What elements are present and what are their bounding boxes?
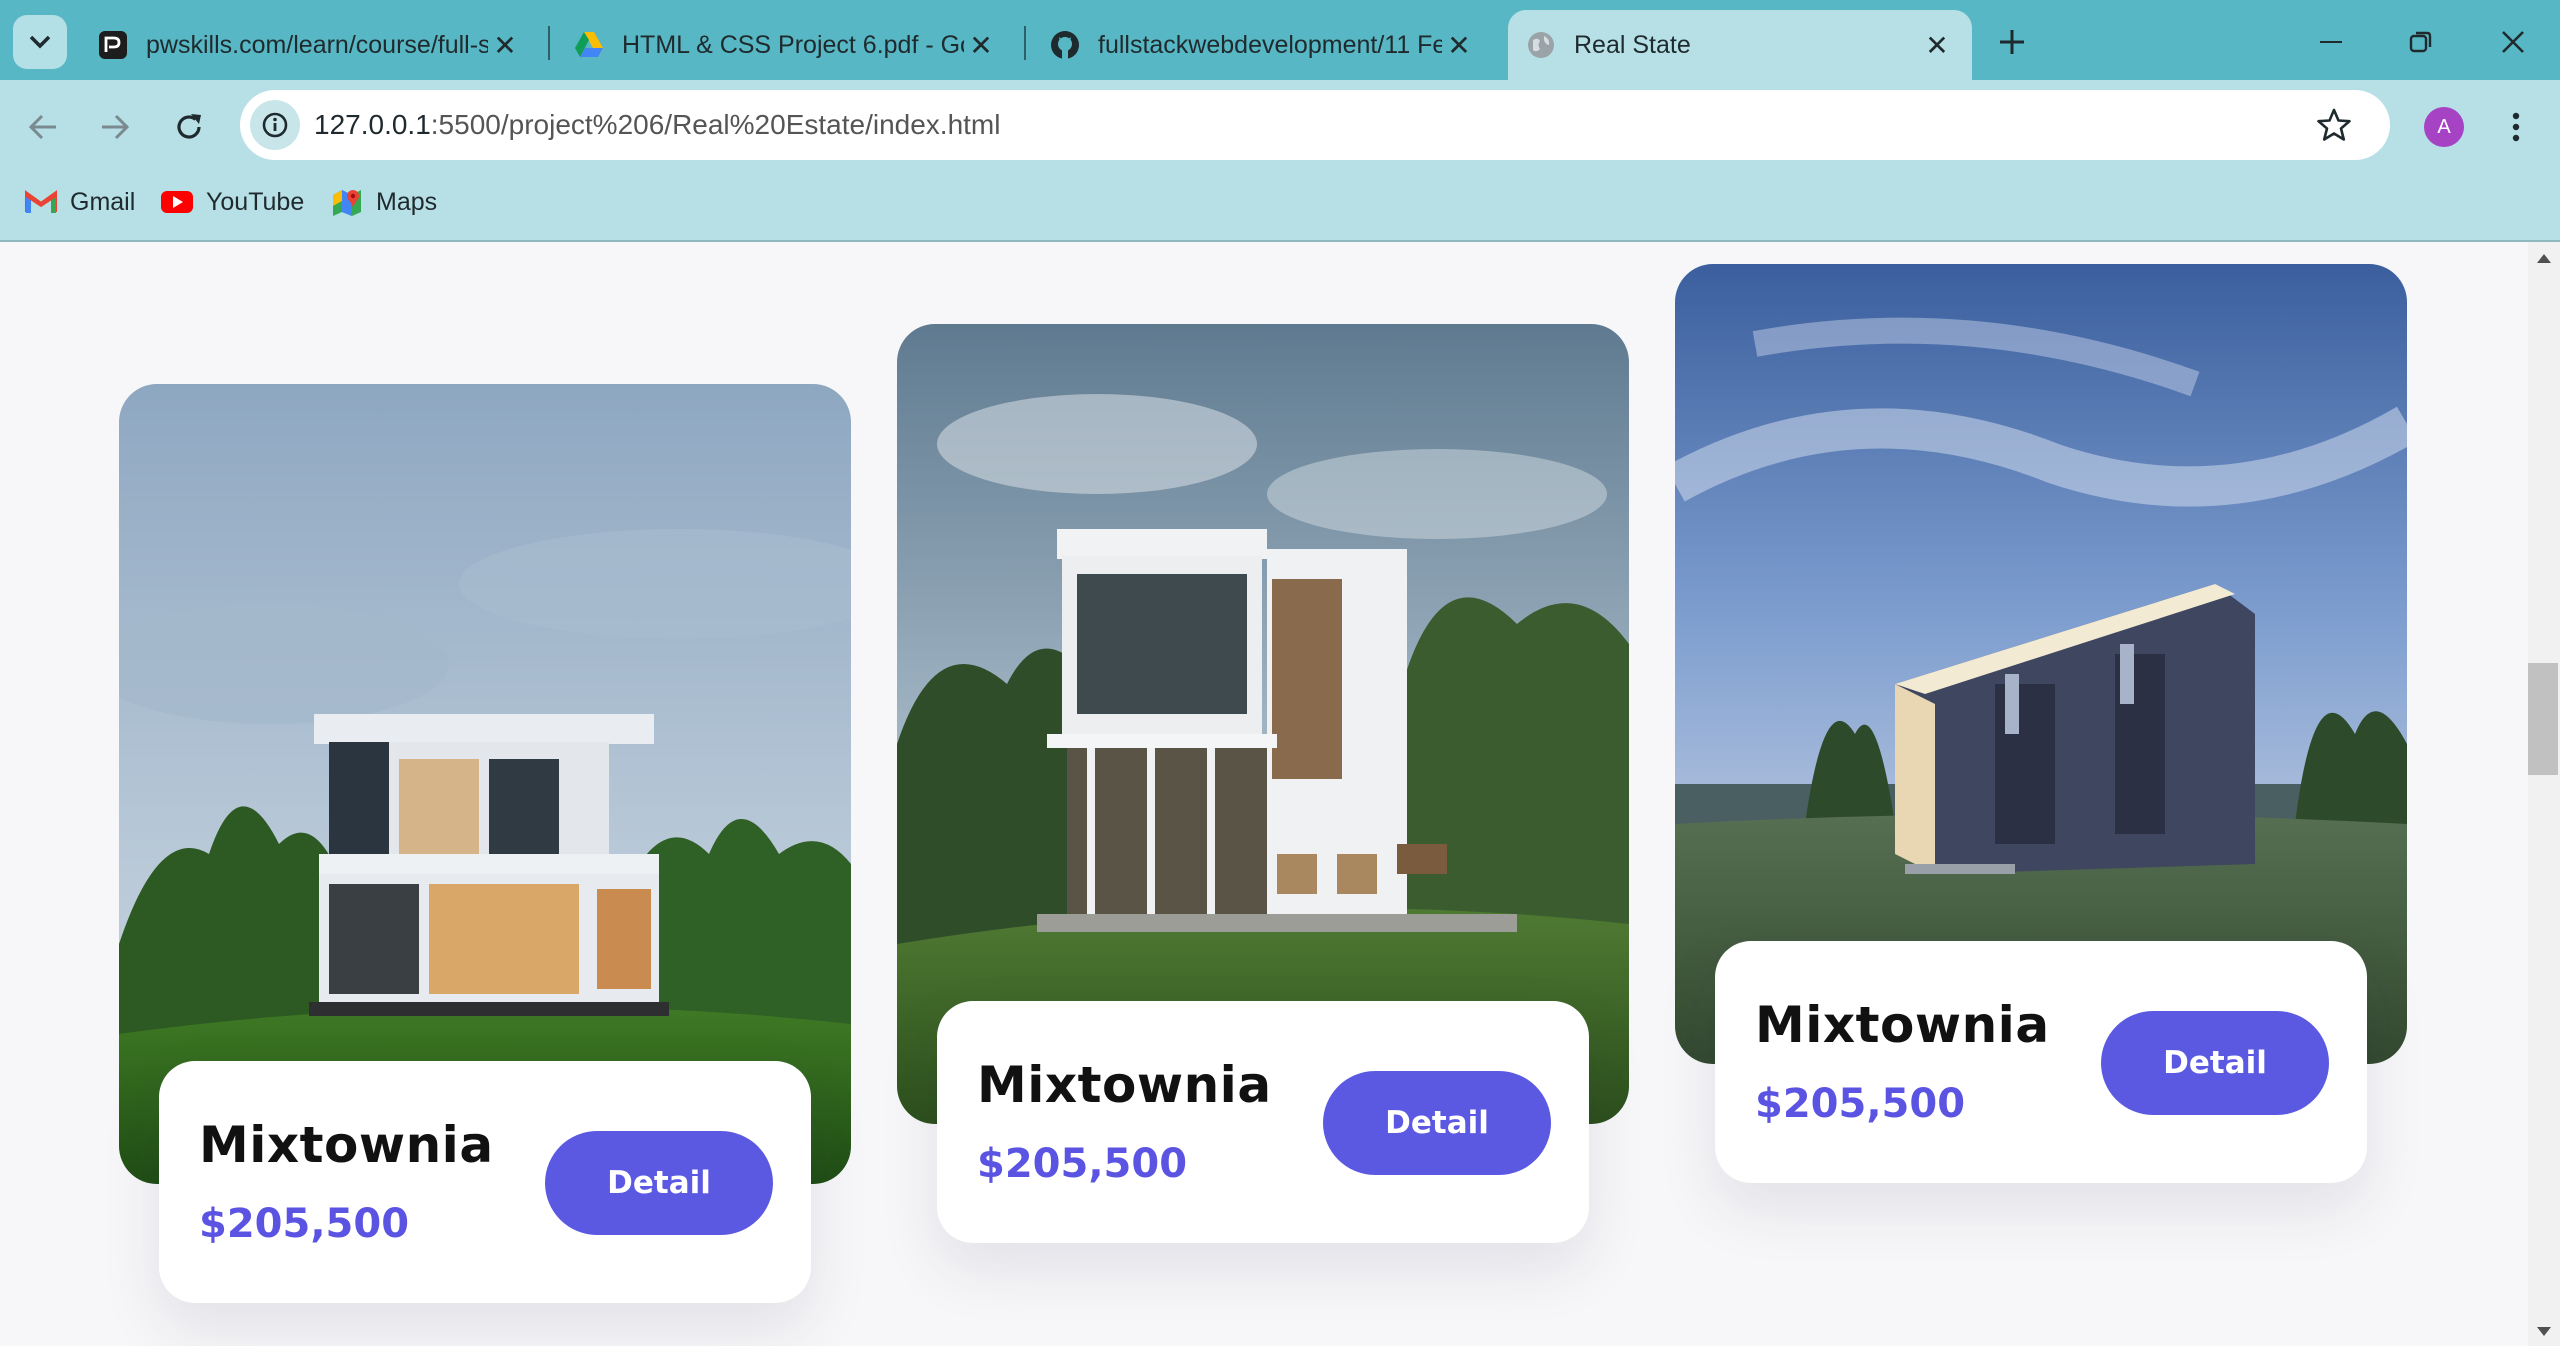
tab-real-state[interactable]: Real State ✕ — [1508, 10, 1972, 80]
site-info-button[interactable] — [250, 100, 300, 150]
detail-button[interactable]: Detail — [545, 1131, 773, 1235]
tab-title: Real State — [1574, 30, 1691, 59]
google-drive-icon — [574, 30, 604, 60]
bookmark-label: Maps — [376, 187, 438, 216]
property-price: $205,500 — [977, 1141, 1188, 1187]
star-icon — [2317, 108, 2351, 141]
url-host: 127.0.0.1 — [314, 109, 431, 140]
browser-chrome: pwskills.com/learn/course/full-s ✕ HTML … — [0, 0, 2560, 242]
close-icon — [2502, 31, 2524, 53]
close-icon[interactable]: ✕ — [1442, 28, 1476, 62]
profile-avatar[interactable]: A — [2424, 107, 2464, 147]
property-name: Mixtownia — [199, 1116, 494, 1174]
property-info: Mixtownia $205,500 Detail — [159, 1061, 811, 1303]
bookmark-label: Gmail — [70, 187, 136, 216]
property-price: $205,500 — [199, 1201, 410, 1247]
property-card: Mixtownia $205,500 Detail — [1675, 264, 2407, 1183]
restore-icon — [2409, 31, 2432, 53]
property-card: Mixtownia $205,500 Detail — [119, 384, 851, 1303]
address-bar[interactable]: 127.0.0.1:5500/project%206/Real%20Estate… — [240, 90, 2390, 160]
bookmark-star-button[interactable] — [2312, 103, 2356, 147]
forward-button[interactable] — [90, 102, 140, 152]
plus-icon — [2000, 30, 2024, 54]
maps-icon — [330, 189, 364, 216]
close-window-button[interactable] — [2478, 14, 2548, 70]
property-price: $205,500 — [1755, 1081, 1966, 1127]
scrollbar-thumb[interactable] — [2528, 663, 2558, 776]
youtube-icon — [160, 189, 194, 215]
tab-separator — [1024, 26, 1026, 60]
close-icon[interactable]: ✕ — [964, 28, 998, 62]
detail-button[interactable]: Detail — [1323, 1071, 1551, 1175]
bookmark-youtube[interactable]: YouTube — [160, 182, 304, 222]
github-icon — [1050, 30, 1080, 60]
tab-title: HTML & CSS Project 6.pdf - Goo — [622, 30, 964, 59]
tab-separator — [548, 26, 550, 60]
property-info: Mixtownia $205,500 Detail — [1715, 941, 2367, 1183]
pwskills-icon — [98, 30, 128, 60]
tab-title: fullstackwebdevelopment/11 Fe — [1098, 30, 1442, 59]
close-icon[interactable]: ✕ — [1920, 28, 1954, 62]
scroll-up-arrow-icon[interactable] — [2537, 254, 2551, 263]
tab-pwskills[interactable]: pwskills.com/learn/course/full-s ✕ — [80, 10, 540, 80]
url-text: 127.0.0.1:5500/project%206/Real%20Estate… — [314, 109, 1000, 141]
scroll-down-arrow-icon[interactable] — [2537, 1327, 2551, 1336]
more-vertical-icon — [2512, 112, 2520, 142]
minimize-icon — [2320, 41, 2342, 43]
property-name: Mixtownia — [977, 1056, 1272, 1114]
new-tab-button[interactable] — [1990, 20, 2034, 64]
minimize-button[interactable] — [2296, 14, 2366, 70]
tab-github[interactable]: fullstackwebdevelopment/11 Fe ✕ — [1032, 10, 1494, 80]
tab-strip: pwskills.com/learn/course/full-s ✕ HTML … — [0, 0, 2560, 80]
page-viewport: Mixtownia $205,500 Detail Mixtownia $205… — [0, 242, 2528, 1346]
detail-button[interactable]: Detail — [2101, 1011, 2329, 1115]
gmail-icon — [24, 189, 58, 215]
reload-icon — [177, 114, 201, 139]
globe-icon — [1526, 30, 1556, 60]
bookmarks-bar: Gmail YouTube Maps — [0, 172, 2560, 241]
page-scrollbar[interactable] — [2528, 242, 2560, 1346]
reload-button[interactable] — [164, 102, 214, 152]
bookmark-maps[interactable]: Maps — [330, 182, 437, 222]
tab-title: pwskills.com/learn/course/full-s — [146, 30, 488, 59]
arrow-left-icon — [28, 114, 56, 140]
tab-search-button[interactable] — [13, 15, 67, 69]
bookmark-gmail[interactable]: Gmail — [24, 182, 135, 222]
tab-google-drive[interactable]: HTML & CSS Project 6.pdf - Goo ✕ — [556, 10, 1016, 80]
url-path: :5500/project%206/Real%20Estate/index.ht… — [430, 109, 1001, 140]
arrow-right-icon — [102, 114, 130, 140]
property-info: Mixtownia $205,500 Detail — [937, 1001, 1589, 1243]
close-icon[interactable]: ✕ — [488, 28, 522, 62]
back-button[interactable] — [18, 102, 68, 152]
property-card: Mixtownia $205,500 Detail — [897, 324, 1629, 1243]
browser-toolbar: 127.0.0.1:5500/project%206/Real%20Estate… — [0, 80, 2560, 172]
property-name: Mixtownia — [1755, 996, 2050, 1054]
bookmark-label: YouTube — [206, 187, 305, 216]
info-icon — [262, 112, 288, 138]
restore-button[interactable] — [2386, 14, 2456, 70]
chevron-down-icon — [29, 35, 51, 49]
browser-menu-button[interactable] — [2496, 102, 2536, 152]
